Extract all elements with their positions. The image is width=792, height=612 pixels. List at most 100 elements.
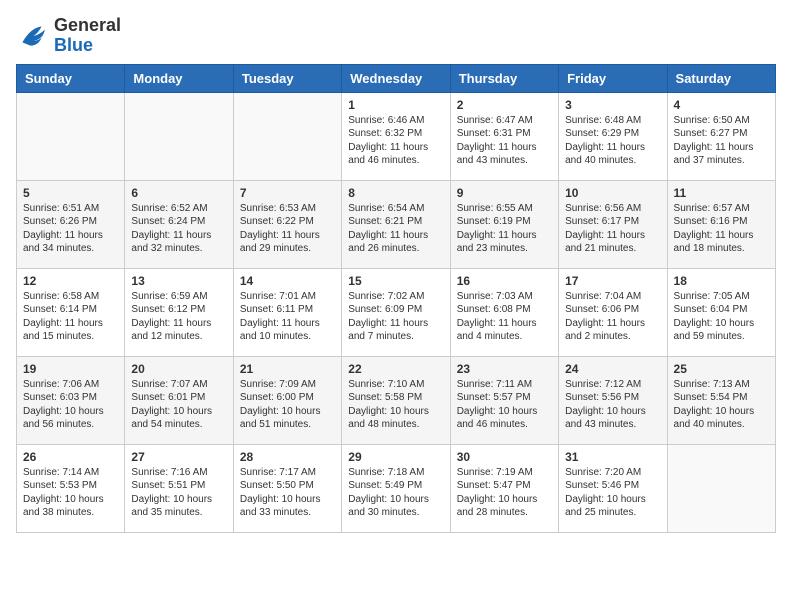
day-number: 13	[131, 274, 226, 288]
calendar-cell: 9 Sunrise: 6:55 AM Sunset: 6:19 PM Daylig…	[450, 180, 558, 268]
day-content: Sunrise: 6:52 AM Sunset: 6:24 PM Dayligh…	[131, 202, 226, 256]
day-number: 5	[23, 186, 118, 200]
calendar-cell: 12 Sunrise: 6:58 AM Sunset: 6:14 PM Dayli…	[17, 268, 125, 356]
calendar-week-row: 5 Sunrise: 6:51 AM Sunset: 6:26 PM Daylig…	[17, 180, 776, 268]
calendar-cell: 24 Sunrise: 7:12 AM Sunset: 5:56 PM Dayli…	[559, 356, 667, 444]
day-number: 17	[565, 274, 660, 288]
day-content: Sunrise: 7:06 AM Sunset: 6:03 PM Dayligh…	[23, 378, 118, 432]
calendar-week-row: 12 Sunrise: 6:58 AM Sunset: 6:14 PM Dayli…	[17, 268, 776, 356]
calendar-cell: 26Sunrise: 7:14 AM Sunset: 5:53 PM Dayli…	[17, 444, 125, 532]
day-number: 12	[23, 274, 118, 288]
calendar-cell: 3 Sunrise: 6:48 AM Sunset: 6:29 PM Daylig…	[559, 92, 667, 180]
day-header-tuesday: Tuesday	[233, 64, 341, 92]
calendar-week-row: 26Sunrise: 7:14 AM Sunset: 5:53 PM Dayli…	[17, 444, 776, 532]
day-number: 31	[565, 450, 660, 464]
day-content: Sunrise: 6:51 AM Sunset: 6:26 PM Dayligh…	[23, 202, 118, 256]
calendar-cell: 7 Sunrise: 6:53 AM Sunset: 6:22 PM Daylig…	[233, 180, 341, 268]
day-number: 7	[240, 186, 335, 200]
day-number: 26	[23, 450, 118, 464]
day-content: Sunrise: 7:12 AM Sunset: 5:56 PM Dayligh…	[565, 378, 660, 432]
day-number: 6	[131, 186, 226, 200]
day-number: 29	[348, 450, 443, 464]
day-header-saturday: Saturday	[667, 64, 775, 92]
day-content: Sunrise: 7:02 AM Sunset: 6:09 PM Dayligh…	[348, 290, 443, 344]
day-content: Sunrise: 7:16 AM Sunset: 5:51 PM Dayligh…	[131, 466, 226, 520]
logo: General Blue	[16, 16, 121, 56]
calendar-cell: 21 Sunrise: 7:09 AM Sunset: 6:00 PM Dayli…	[233, 356, 341, 444]
day-content: Sunrise: 7:11 AM Sunset: 5:57 PM Dayligh…	[457, 378, 552, 432]
calendar-cell: 14 Sunrise: 7:01 AM Sunset: 6:11 PM Dayli…	[233, 268, 341, 356]
day-number: 3	[565, 98, 660, 112]
calendar-cell: 13 Sunrise: 6:59 AM Sunset: 6:12 PM Dayli…	[125, 268, 233, 356]
calendar-header-row: SundayMondayTuesdayWednesdayThursdayFrid…	[17, 64, 776, 92]
calendar-cell: 27Sunrise: 7:16 AM Sunset: 5:51 PM Dayli…	[125, 444, 233, 532]
day-content: Sunrise: 6:57 AM Sunset: 6:16 PM Dayligh…	[674, 202, 769, 256]
day-header-monday: Monday	[125, 64, 233, 92]
calendar-cell: 5 Sunrise: 6:51 AM Sunset: 6:26 PM Daylig…	[17, 180, 125, 268]
day-number: 20	[131, 362, 226, 376]
day-number: 19	[23, 362, 118, 376]
calendar-cell: 22 Sunrise: 7:10 AM Sunset: 5:58 PM Dayli…	[342, 356, 450, 444]
calendar-cell	[17, 92, 125, 180]
calendar-cell: 4Sunrise: 6:50 AM Sunset: 6:27 PM Daylig…	[667, 92, 775, 180]
calendar-cell: 25 Sunrise: 7:13 AM Sunset: 5:54 PM Dayli…	[667, 356, 775, 444]
calendar-cell: 18 Sunrise: 7:05 AM Sunset: 6:04 PM Dayli…	[667, 268, 775, 356]
day-content: Sunrise: 7:10 AM Sunset: 5:58 PM Dayligh…	[348, 378, 443, 432]
day-content: Sunrise: 6:50 AM Sunset: 6:27 PM Dayligh…	[674, 114, 769, 168]
day-number: 15	[348, 274, 443, 288]
calendar-cell	[233, 92, 341, 180]
day-content: Sunrise: 7:13 AM Sunset: 5:54 PM Dayligh…	[674, 378, 769, 432]
logo-bird-icon	[16, 20, 48, 52]
day-number: 8	[348, 186, 443, 200]
calendar-cell: 28 Sunrise: 7:17 AM Sunset: 5:50 PM Dayli…	[233, 444, 341, 532]
day-number: 10	[565, 186, 660, 200]
day-header-sunday: Sunday	[17, 64, 125, 92]
day-content: Sunrise: 6:59 AM Sunset: 6:12 PM Dayligh…	[131, 290, 226, 344]
calendar-cell	[667, 444, 775, 532]
day-number: 16	[457, 274, 552, 288]
page-header: General Blue	[16, 16, 776, 56]
calendar-cell: 20Sunrise: 7:07 AM Sunset: 6:01 PM Dayli…	[125, 356, 233, 444]
day-number: 21	[240, 362, 335, 376]
day-content: Sunrise: 6:58 AM Sunset: 6:14 PM Dayligh…	[23, 290, 118, 344]
day-number: 14	[240, 274, 335, 288]
day-content: Sunrise: 7:09 AM Sunset: 6:00 PM Dayligh…	[240, 378, 335, 432]
calendar-cell: 16 Sunrise: 7:03 AM Sunset: 6:08 PM Dayli…	[450, 268, 558, 356]
calendar-cell	[125, 92, 233, 180]
day-content: Sunrise: 6:48 AM Sunset: 6:29 PM Dayligh…	[565, 114, 660, 168]
day-content: Sunrise: 7:05 AM Sunset: 6:04 PM Dayligh…	[674, 290, 769, 344]
calendar-week-row: 19 Sunrise: 7:06 AM Sunset: 6:03 PM Dayli…	[17, 356, 776, 444]
day-number: 24	[565, 362, 660, 376]
day-number: 9	[457, 186, 552, 200]
day-content: Sunrise: 6:53 AM Sunset: 6:22 PM Dayligh…	[240, 202, 335, 256]
day-content: Sunrise: 7:03 AM Sunset: 6:08 PM Dayligh…	[457, 290, 552, 344]
calendar-table: SundayMondayTuesdayWednesdayThursdayFrid…	[16, 64, 776, 533]
day-content: Sunrise: 6:55 AM Sunset: 6:19 PM Dayligh…	[457, 202, 552, 256]
day-content: Sunrise: 6:46 AM Sunset: 6:32 PM Dayligh…	[348, 114, 443, 168]
day-number: 1	[348, 98, 443, 112]
day-number: 28	[240, 450, 335, 464]
day-number: 30	[457, 450, 552, 464]
day-content: Sunrise: 7:20 AM Sunset: 5:46 PM Dayligh…	[565, 466, 660, 520]
day-content: Sunrise: 7:17 AM Sunset: 5:50 PM Dayligh…	[240, 466, 335, 520]
day-content: Sunrise: 6:54 AM Sunset: 6:21 PM Dayligh…	[348, 202, 443, 256]
day-number: 25	[674, 362, 769, 376]
day-number: 18	[674, 274, 769, 288]
day-number: 2	[457, 98, 552, 112]
calendar-cell: 1 Sunrise: 6:46 AM Sunset: 6:32 PM Daylig…	[342, 92, 450, 180]
day-number: 11	[674, 186, 769, 200]
calendar-cell: 30Sunrise: 7:19 AM Sunset: 5:47 PM Dayli…	[450, 444, 558, 532]
calendar-cell: 11 Sunrise: 6:57 AM Sunset: 6:16 PM Dayli…	[667, 180, 775, 268]
day-number: 22	[348, 362, 443, 376]
calendar-cell: 15 Sunrise: 7:02 AM Sunset: 6:09 PM Dayli…	[342, 268, 450, 356]
day-content: Sunrise: 7:01 AM Sunset: 6:11 PM Dayligh…	[240, 290, 335, 344]
calendar-cell: 8 Sunrise: 6:54 AM Sunset: 6:21 PM Daylig…	[342, 180, 450, 268]
day-header-thursday: Thursday	[450, 64, 558, 92]
day-content: Sunrise: 6:56 AM Sunset: 6:17 PM Dayligh…	[565, 202, 660, 256]
logo-general: General	[54, 16, 121, 36]
calendar-cell: 10 Sunrise: 6:56 AM Sunset: 6:17 PM Dayli…	[559, 180, 667, 268]
day-header-wednesday: Wednesday	[342, 64, 450, 92]
day-number: 23	[457, 362, 552, 376]
calendar-cell: 2Sunrise: 6:47 AM Sunset: 6:31 PM Daylig…	[450, 92, 558, 180]
calendar-cell: 19 Sunrise: 7:06 AM Sunset: 6:03 PM Dayli…	[17, 356, 125, 444]
